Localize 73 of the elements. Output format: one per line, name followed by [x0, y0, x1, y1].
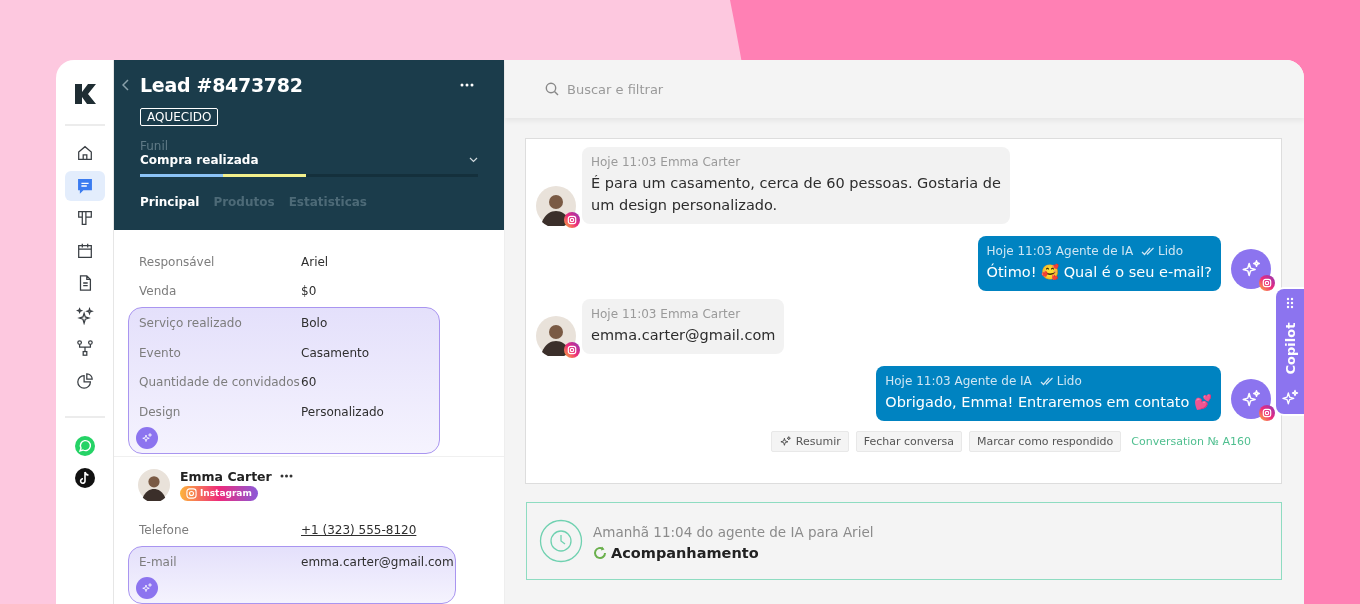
- field-label: Design: [139, 404, 182, 419]
- double-check-icon: [1039, 376, 1054, 386]
- avatar-icon: [536, 316, 576, 356]
- field-value: Casamento: [301, 345, 370, 360]
- field-label: Quantidade de convidados: [139, 375, 301, 390]
- field-label: Responsável: [139, 254, 216, 269]
- avatar-icon: [138, 468, 170, 501]
- search-icon: [545, 82, 559, 96]
- message-meta: Hoje 11:03 Agente de IA: [885, 374, 1032, 388]
- ai-sparkle-button[interactable]: [136, 426, 158, 449]
- message-text: Obrigado, Emma! Entraremos em contato 💕: [885, 393, 1212, 412]
- logo-icon: [72, 82, 97, 106]
- conversation-id: Conversation № A160: [1131, 435, 1251, 448]
- lead-title: Lead #8473782: [140, 74, 304, 96]
- pie-chart-icon: [75, 371, 94, 390]
- board-icon: [75, 209, 94, 227]
- search-field[interactable]: Buscar e filtrar: [565, 80, 869, 98]
- tab[interactable]: Principal: [140, 195, 200, 209]
- message-meta: Hoje 11:03 Emma Carter: [591, 307, 742, 321]
- instagram-icon: [564, 212, 580, 228]
- message-text: emma.carter@gmail.com: [591, 326, 776, 345]
- message-text: Ótimo! 🥰 Qual é o seu e-mail?: [986, 262, 1212, 282]
- field-value: emma.carter@gmail.com: [301, 554, 454, 569]
- status-tag: AQUECIDO: [140, 108, 219, 126]
- read-status: Lido: [1158, 244, 1184, 258]
- copilot-tab[interactable]: Copilot: [1276, 289, 1304, 414]
- field-value: Personalizado: [301, 404, 384, 419]
- field-value: $0: [301, 284, 317, 299]
- more-icon[interactable]: [460, 83, 474, 87]
- more-icon[interactable]: [279, 474, 293, 479]
- summarize-button[interactable]: Resumir: [770, 431, 849, 452]
- drag-handle-icon: [1286, 297, 1294, 309]
- field-value: Ariel: [301, 254, 329, 269]
- sparkle-icon: [778, 435, 792, 448]
- funnel-label: Funil: [140, 139, 169, 153]
- field-value: Bolo: [301, 316, 328, 330]
- funnel-select[interactable]: Compra realizada: [140, 153, 478, 167]
- instagram-icon: [1259, 275, 1275, 291]
- ai-sparkle-button[interactable]: [136, 576, 158, 599]
- followup-meta: Amanhã 11:04 do agente de IA para Ariel: [593, 523, 874, 540]
- chat-icon: [75, 176, 94, 195]
- instagram-icon: [564, 342, 580, 358]
- clock-icon: [539, 519, 583, 563]
- message-text: É para um casamento, cerca de 60 pessoas. Gostaria de um design personalizado.: [591, 174, 1001, 215]
- field-label: Telefone: [139, 523, 190, 538]
- refresh-icon: [593, 545, 607, 560]
- sparkle-icon: [141, 581, 153, 594]
- field-label: E-mail: [139, 554, 178, 569]
- calendar-icon: [75, 241, 94, 260]
- field-label: Evento: [139, 345, 182, 360]
- sparkle-icon: [75, 306, 94, 325]
- message-meta: Hoje 11:03 Agente de IA: [986, 244, 1134, 258]
- tiktok-icon[interactable]: [74, 468, 95, 488]
- action-button[interactable]: Marcar como respondido: [969, 431, 1122, 452]
- action-button[interactable]: Fechar conversa: [855, 431, 963, 452]
- branches-icon: [75, 339, 94, 357]
- followup-title: Acompanhamento: [611, 544, 759, 561]
- field-label: Venda: [139, 284, 178, 299]
- field-value: 60: [301, 375, 317, 390]
- back-icon[interactable]: [122, 79, 130, 91]
- double-check-icon: [1141, 246, 1156, 256]
- message-meta: Hoje 11:03 Emma Carter: [591, 155, 742, 169]
- sparkle-icon: [141, 431, 153, 444]
- contact-name: Emma Carter: [180, 468, 272, 484]
- read-status: Lido: [1056, 374, 1082, 388]
- field-label: Serviço realizado: [139, 316, 243, 330]
- avatar-icon: [536, 186, 576, 226]
- chevron-icon: [469, 157, 478, 163]
- home-icon: [75, 144, 94, 162]
- instagram-icon: [1259, 405, 1275, 421]
- instagram-icon: [186, 487, 197, 499]
- phone-link[interactable]: +1 (323) 555-8120: [301, 523, 417, 538]
- channel-badge: Instagram: [180, 485, 258, 501]
